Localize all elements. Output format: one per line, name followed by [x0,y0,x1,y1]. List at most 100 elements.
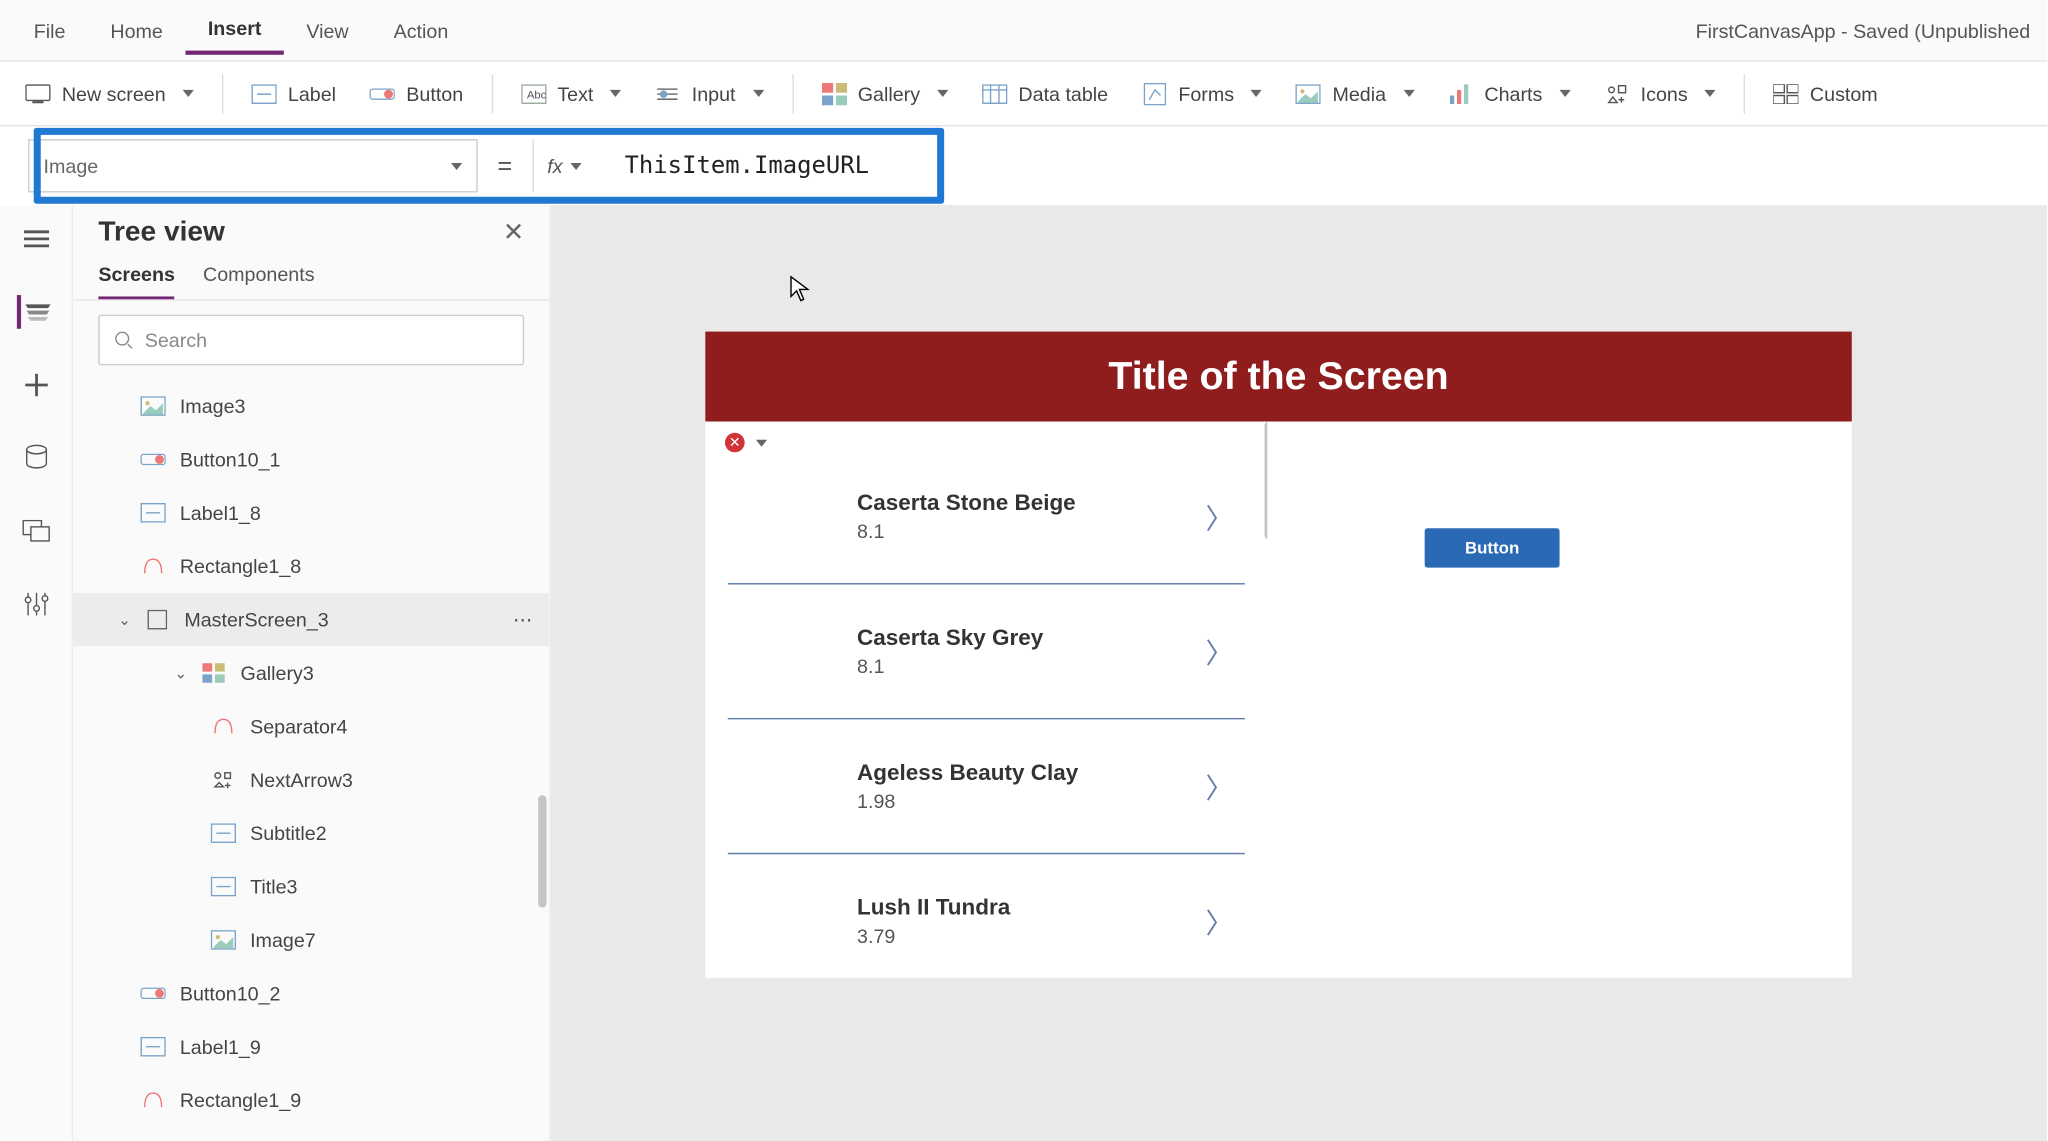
gallery-item[interactable]: Lush II Tundra3.79〉 [728,854,1245,978]
chevron-right-icon[interactable]: 〉 [1194,496,1245,537]
ribbon-icons[interactable]: Icons [1590,72,1730,114]
tree-node-MasterScreen_3[interactable]: ⌄MasterScreen_3⋯ [73,593,549,646]
gallery-thumb [728,741,840,831]
ribbon-gallery-label: Gallery [858,82,920,104]
tree-node-NextArrow3[interactable]: NextArrow3 [73,753,549,806]
tree-view-panel: Tree view ✕ Screens Components Search Im… [73,205,551,1141]
tree-node-label: Label1_8 [180,502,261,524]
gallery-thumb [728,606,840,696]
gallery-item-title: Lush II Tundra [857,896,1177,921]
tree-node-Subtitle2[interactable]: Subtitle2 [73,806,549,859]
fx-button[interactable]: fx [532,139,611,192]
formula-input[interactable] [610,139,2038,192]
menu-insert[interactable]: Insert [185,6,284,55]
gallery-item[interactable]: Caserta Stone Beige8.1〉 [728,450,1245,585]
search-input[interactable]: Search [98,315,524,366]
gallery[interactable]: ✕ Caserta Stone Beige8.1〉Caserta Sky Gre… [705,422,1267,978]
tree-node-Image3[interactable]: Image3 [73,379,549,432]
ribbon-icons-label: Icons [1641,82,1688,104]
settings-icon[interactable] [19,587,53,621]
tree-node-label: Rectangle1_8 [180,555,301,577]
ribbon-media-label: Media [1332,82,1386,104]
more-icon[interactable]: ⋯ [513,608,533,632]
data-icon[interactable] [19,441,53,475]
scrollbar[interactable] [1265,422,1268,540]
gallery-item[interactable]: Caserta Sky Grey 8.1 〉 [728,584,1245,719]
scrollbar[interactable] [538,795,546,907]
ribbon-new-screen[interactable]: New screen [11,72,208,114]
tree-node-Button10_2[interactable]: Button10_2 [73,967,549,1020]
label-icon [211,875,236,897]
tree-node-label: Title3 [250,875,297,897]
property-selector-value: Image [44,155,99,177]
tree-node-Label1_8[interactable]: Label1_8 [73,486,549,539]
shape-icon [141,1089,166,1111]
menu-action[interactable]: Action [371,8,471,53]
tree-node-Rectangle1_9[interactable]: Rectangle1_9 [73,1073,549,1126]
chevron-right-icon[interactable]: 〉 [1194,766,1245,807]
ribbon-charts-label: Charts [1484,82,1542,104]
screen-title: Title of the Screen [705,332,1851,422]
close-icon[interactable]: ✕ [503,218,524,248]
tree-node-label: Button10_2 [180,982,281,1004]
ribbon-datatable[interactable]: Data table [968,72,1122,114]
ribbon-label[interactable]: Label [237,72,350,114]
gallery-item-subtitle: 8.1 [857,654,1177,676]
custom-icon [1773,81,1798,106]
canvas: Title of the Screen ✕ Caserta Stone Beig… [551,205,2047,1141]
chevron-right-icon[interactable]: 〉 [1194,631,1245,672]
ribbon-button[interactable]: Button [356,72,478,114]
ribbon-media[interactable]: Media [1282,72,1428,114]
ribbon-forms[interactable]: Forms [1128,72,1276,114]
ribbon-datatable-label: Data table [1018,82,1108,104]
screen-icon [145,608,170,630]
ribbon-label-label: Label [288,82,336,104]
left-rail [0,205,73,1141]
ribbon-text[interactable]: Abc Text [507,72,636,114]
ribbon: New screen Label Button Abc Text [0,62,2047,127]
ribbon-gallery[interactable]: Gallery [807,72,962,114]
menu-home[interactable]: Home [88,8,185,53]
caret-icon: ⌄ [174,664,187,682]
error-indicator[interactable]: ✕ [725,433,767,453]
ribbon-custom[interactable]: Custom [1759,72,1891,114]
tree-node-label: Image7 [250,929,316,951]
tree-node-label: Button10_1 [180,448,281,470]
monitor-icon[interactable] [19,514,53,548]
menu-file[interactable]: File [11,8,88,53]
hamburger-icon[interactable] [19,222,53,256]
gallery-item-title: Caserta Sky Grey [857,626,1177,651]
gallery-icon [821,81,846,106]
ribbon-input-label: Input [692,82,736,104]
tab-components[interactable]: Components [203,263,315,300]
chevron-down-icon [752,90,763,97]
add-icon[interactable] [19,368,53,402]
chevron-right-icon[interactable]: 〉 [1194,901,1245,942]
canvas-button[interactable]: Button [1425,528,1560,567]
tree-node-Gallery3[interactable]: ⌄ Gallery3 [73,646,549,699]
search-icon [114,330,134,350]
image-icon [211,929,236,951]
tree-node-Button10_1[interactable]: Button10_1 [73,433,549,486]
screen-icon [25,81,50,106]
tree-node-label: Gallery3 [241,662,314,684]
property-selector[interactable]: Image [28,139,478,192]
ribbon-forms-label: Forms [1178,82,1234,104]
tree-node-Rectangle1_8[interactable]: Rectangle1_8 [73,540,549,593]
tree-node-Title3[interactable]: Title3 [73,860,549,913]
body: Tree view ✕ Screens Components Search Im… [0,205,2047,1141]
tree-node-Label1_9[interactable]: Label1_9 [73,1020,549,1073]
tree-node-Separator4[interactable]: Separator4 [73,700,549,753]
input-icon [655,81,680,106]
ribbon-input[interactable]: Input [641,72,777,114]
ribbon-charts[interactable]: Charts [1434,72,1585,114]
tree-node-Image7[interactable]: Image7 [73,913,549,966]
separator [491,74,492,113]
image-icon [141,395,166,417]
tree-view-icon[interactable] [17,295,51,329]
label-icon [211,822,236,844]
menu-view[interactable]: View [284,8,371,53]
gallery-item[interactable]: Ageless Beauty Clay1.98〉 [728,719,1245,854]
tab-screens[interactable]: Screens [98,263,175,300]
equals-sign: = [497,151,512,181]
